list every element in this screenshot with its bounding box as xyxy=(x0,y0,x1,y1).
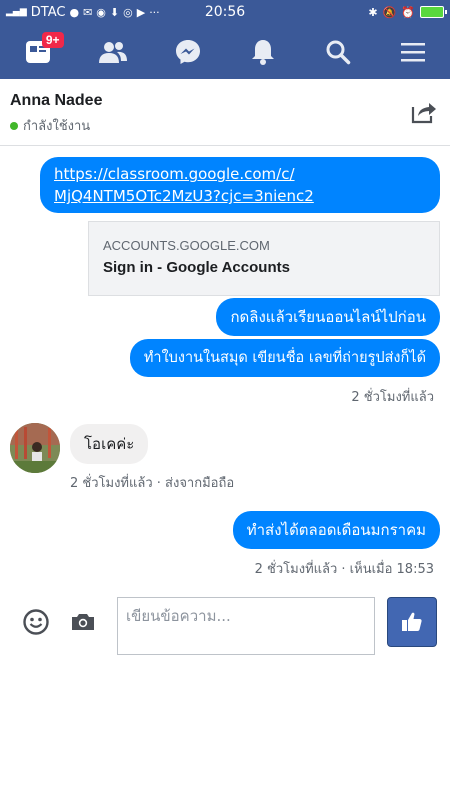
message-link-line-1: https://classroom.google.com/c/ xyxy=(54,165,295,183)
notification-badge: 9+ xyxy=(41,31,64,48)
link-preview-card[interactable]: ACCOUNTS.GOOGLE.COM Sign in - Google Acc… xyxy=(88,221,440,296)
message-input[interactable] xyxy=(117,597,375,655)
carrier-signal-icon: ▂▄▆ xyxy=(6,6,27,17)
message-bubble[interactable]: กดลิงแล้วเรียนออนไลน์ไปก่อน xyxy=(216,298,440,336)
notifications-icon xyxy=(251,39,274,65)
messenger-icon xyxy=(175,39,200,64)
message-link-line-2: MjQ4NTM5OTc2MzU3?cjc=3nienc2 xyxy=(54,187,314,205)
nav-messenger[interactable] xyxy=(166,30,210,74)
message-timestamp: 2 ชั่วโมงที่แล้ว · ส่งจากมือถือ xyxy=(70,476,235,491)
nav-notifications[interactable] xyxy=(241,30,285,74)
messenger-icon: ◉ xyxy=(96,5,106,19)
status-bar: ▂▄▆ DTAC ● ✉ ◉ ⬇ ◎ ▶ ··· 20:56 ✱ 🔕 ⏰ xyxy=(0,0,450,24)
carrier-name: DTAC xyxy=(30,4,66,20)
mute-icon: 🔕 xyxy=(382,5,397,19)
message-link[interactable]: https://classroom.google.com/c/ MjQ4NTM5… xyxy=(54,163,426,207)
like-button[interactable] xyxy=(387,597,437,647)
message-seen-status: 2 ชั่วโมงที่แล้ว · เห็นเมื่อ 18:53 xyxy=(254,562,434,577)
link-preview-domain: ACCOUNTS.GOOGLE.COM xyxy=(103,238,270,253)
chrome-icon: ◎ xyxy=(123,5,133,19)
message-bubble-link[interactable]: https://classroom.google.com/c/ MjQ4NTM5… xyxy=(40,157,440,213)
camera-icon[interactable] xyxy=(69,608,97,636)
nav-friends[interactable] xyxy=(91,30,135,74)
emoji-icon[interactable] xyxy=(22,608,50,636)
download-icon: ⬇ xyxy=(109,5,120,19)
presence-status: กำลังใช้งาน xyxy=(10,115,90,136)
share-icon[interactable] xyxy=(410,99,438,125)
gmail-icon: ✉ xyxy=(83,5,93,19)
message-timestamp: 2 ชั่วโมงที่แล้ว xyxy=(351,390,434,405)
message-bubble[interactable]: ทำส่งได้ตลอดเดือนมกราคม xyxy=(232,511,440,549)
thumbs-up-icon xyxy=(402,612,422,631)
search-icon xyxy=(326,40,350,64)
contact-name[interactable]: Anna Nadee xyxy=(10,92,102,110)
top-nav: 9+ xyxy=(0,24,450,79)
nav-menu[interactable] xyxy=(391,30,435,74)
alarm-icon: ⏰ xyxy=(401,5,415,19)
presence-label: กำลังใช้งาน xyxy=(23,119,91,134)
contact-photo xyxy=(10,423,60,473)
battery-charging-icon xyxy=(420,6,447,18)
message-bubble-incoming[interactable]: โอเคค่ะ xyxy=(70,424,149,464)
youtube-icon: ▶ xyxy=(136,5,146,19)
link-preview-title: Sign in - Google Accounts xyxy=(103,259,290,276)
bluetooth-icon: ✱ xyxy=(368,5,378,19)
person-icon: ● xyxy=(69,5,80,19)
nav-search[interactable] xyxy=(316,30,360,74)
friends-icon xyxy=(98,41,127,63)
avatar xyxy=(10,423,60,473)
nav-home[interactable]: 9+ xyxy=(16,30,64,74)
conversation-header: Anna Nadee กำลังใช้งาน xyxy=(0,79,450,146)
message-bubble[interactable]: ทำใบงานในสมุด เขียนชื่อ เลขที่ถ่ายรูปส่ง… xyxy=(129,339,440,377)
menu-icon xyxy=(400,42,425,61)
message-composer xyxy=(0,590,450,660)
online-dot-icon xyxy=(10,121,18,130)
more-icon: ··· xyxy=(149,5,160,19)
